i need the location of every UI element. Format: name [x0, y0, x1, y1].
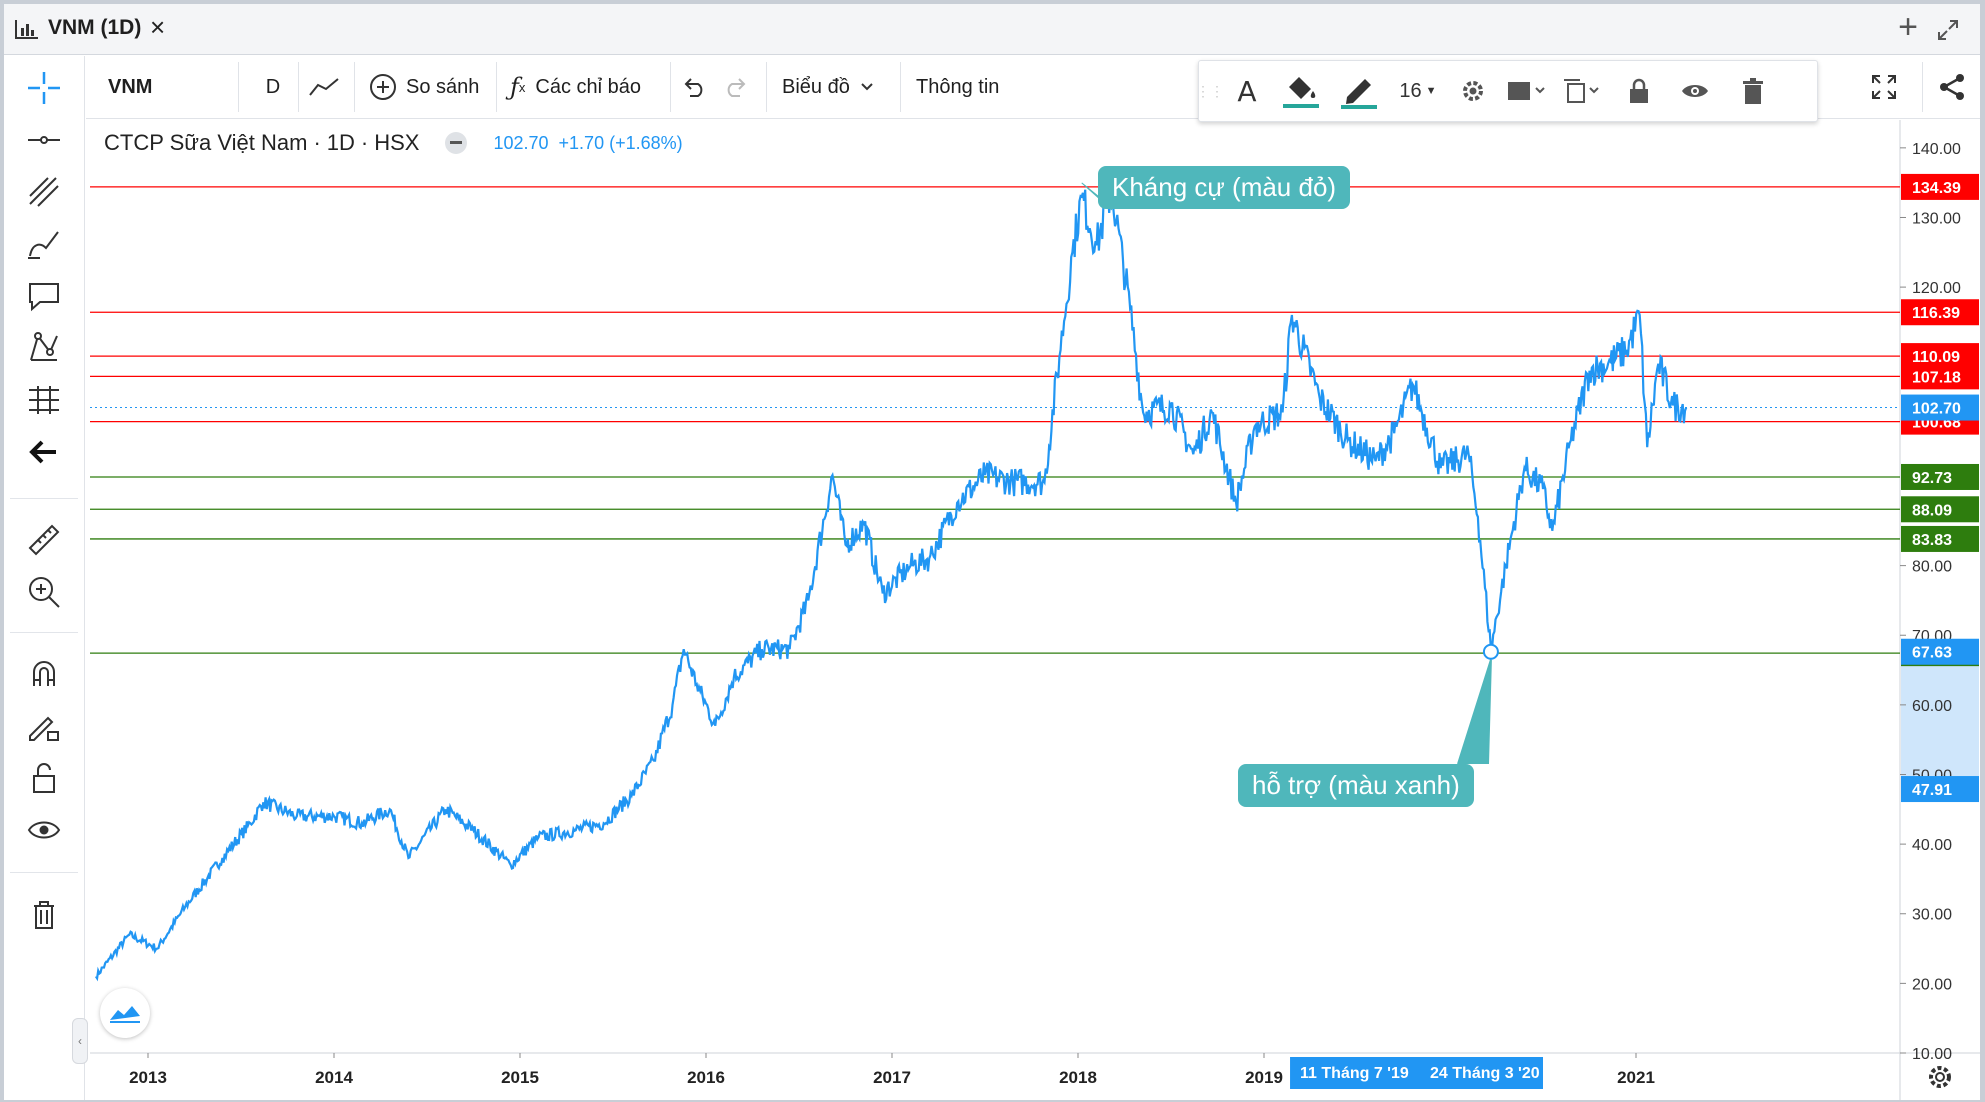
left-toolbar	[4, 56, 85, 1100]
y-tick-label: 140.00	[1912, 141, 1961, 158]
pattern-tool-icon[interactable]	[24, 328, 64, 368]
resistance-price-label: 107.18	[1912, 369, 1961, 386]
lock-drawing-pencil-icon[interactable]	[24, 706, 64, 746]
horizontal-line-tool-icon[interactable]	[24, 120, 64, 160]
chart-style-button[interactable]	[308, 56, 342, 118]
unlock-icon[interactable]	[24, 758, 64, 798]
support-anchor-point[interactable]	[1482, 643, 1499, 660]
interval-button[interactable]: D	[256, 56, 290, 118]
function-icon: ƒ	[510, 73, 519, 101]
eye-icon[interactable]	[24, 810, 64, 850]
gear-icon[interactable]	[1451, 61, 1495, 121]
tradingview-logo-icon	[100, 988, 150, 1038]
brush-tool-icon[interactable]	[24, 224, 64, 264]
x-tick-label: 2015	[501, 1068, 539, 1087]
chart-window: VNM (1D) × + VNM D So sánh ƒ x Các chỉ b…	[4, 4, 1980, 1100]
ruler-tool-icon[interactable]	[24, 520, 64, 560]
x-tick-label: 2017	[873, 1068, 911, 1087]
fill-color-button[interactable]	[1277, 61, 1325, 121]
top-right-tools	[1842, 56, 1980, 118]
collapse-toolbar-button[interactable]: ‹	[72, 1018, 88, 1064]
prediction-tool-icon[interactable]	[24, 380, 64, 420]
y-tick-label: 20.00	[1912, 976, 1952, 993]
x-tick-label: 2019	[1245, 1068, 1283, 1087]
redo-button[interactable]	[722, 56, 748, 118]
support-annotation[interactable]: hỗ trợ (màu xanh)	[1238, 764, 1474, 807]
line-color-button[interactable]	[1335, 61, 1383, 121]
price-label: 47.91	[1912, 782, 1952, 799]
price-label: 102.70	[1912, 401, 1961, 418]
chevron-down-icon	[861, 83, 873, 91]
pencil-icon	[1341, 79, 1377, 109]
line-chart-icon	[309, 78, 339, 96]
drawing-properties-toolbar: ⋮⋮ A 16 ▼	[1196, 60, 1818, 122]
magnet-icon[interactable]	[24, 654, 64, 694]
remove-drawing-icon[interactable]	[1731, 61, 1775, 121]
symbol-search-button[interactable]: VNM	[108, 56, 152, 118]
trash-icon[interactable]	[24, 894, 64, 934]
crosshair-tool-icon[interactable]	[24, 68, 64, 108]
close-tab-button[interactable]: ×	[150, 12, 165, 42]
x-tick-label: 2014	[315, 1068, 353, 1087]
zoom-in-icon[interactable]	[24, 572, 64, 612]
indicators-button[interactable]: ƒx Các chỉ báo	[510, 56, 641, 118]
price-series-line	[94, 188, 1688, 982]
fullscreen-icon[interactable]	[1870, 56, 1898, 118]
x-tick-label: 2013	[129, 1068, 167, 1087]
visual-order-icon[interactable]	[1501, 61, 1551, 121]
chart-icon	[15, 20, 38, 39]
font-size-select[interactable]: 16 ▼	[1393, 61, 1443, 121]
y-tick-label: 60.00	[1912, 698, 1952, 715]
compare-button[interactable]: So sánh	[368, 56, 479, 118]
chart-settings-gear-icon[interactable]	[1929, 1066, 1951, 1088]
plus-circle-icon	[370, 74, 396, 100]
trend-lines-tool-icon[interactable]	[24, 172, 64, 212]
lock-icon[interactable]	[1617, 61, 1661, 121]
share-icon[interactable]	[1938, 56, 1966, 118]
drag-handle-icon[interactable]: ⋮⋮	[1196, 61, 1224, 121]
visibility-eye-icon[interactable]	[1673, 61, 1717, 121]
y-tick-label: 80.00	[1912, 559, 1952, 576]
redo-icon	[727, 78, 746, 97]
support-callout-pointer	[1457, 659, 1492, 765]
undo-icon	[684, 78, 703, 97]
callout-tool-icon[interactable]	[24, 276, 64, 316]
support-price-label: 88.09	[1912, 502, 1952, 519]
y-tick-label: 120.00	[1912, 280, 1961, 297]
window-title: VNM (1D)	[48, 16, 142, 39]
y-tick-label: 30.00	[1912, 907, 1952, 924]
y-tick-label: 40.00	[1912, 837, 1952, 854]
resistance-annotation[interactable]: Kháng cự (màu đỏ)	[1098, 166, 1351, 209]
x-tick-label: 2018	[1059, 1068, 1097, 1087]
x-tick-label: 2021	[1617, 1068, 1655, 1087]
paint-bucket-icon	[1283, 77, 1319, 108]
time-highlight-label: 24 Tháng 3 '20	[1430, 1065, 1540, 1082]
undo-button[interactable]	[682, 56, 708, 118]
add-chart-button[interactable]: +	[1898, 8, 1918, 46]
time-highlight-label: 11 Tháng 7 '19	[1300, 1065, 1409, 1082]
y-tick-label: 10.00	[1912, 1046, 1952, 1063]
text-style-icon[interactable]: A	[1225, 61, 1269, 121]
price-chart[interactable]: 140.00130.00120.0080.0070.0060.0050.0040…	[90, 120, 1980, 1100]
resistance-price-label: 134.39	[1912, 180, 1961, 197]
window-titlebar: VNM (1D) × +	[4, 4, 1980, 55]
support-price-label: 92.73	[1912, 470, 1952, 487]
back-arrow-icon[interactable]	[24, 432, 64, 472]
resistance-price-label: 116.39	[1912, 305, 1960, 322]
x-tick-label: 2016	[687, 1068, 725, 1087]
info-button[interactable]: Thông tin	[916, 56, 999, 118]
price-label: 67.63	[1912, 645, 1952, 662]
y-tick-label: 130.00	[1912, 210, 1961, 227]
expand-window-icon[interactable]	[1936, 18, 1960, 42]
chart-menu-button[interactable]: Biểu đồ	[782, 56, 874, 118]
support-price-label: 83.83	[1912, 532, 1952, 549]
clone-icon[interactable]	[1557, 61, 1607, 121]
